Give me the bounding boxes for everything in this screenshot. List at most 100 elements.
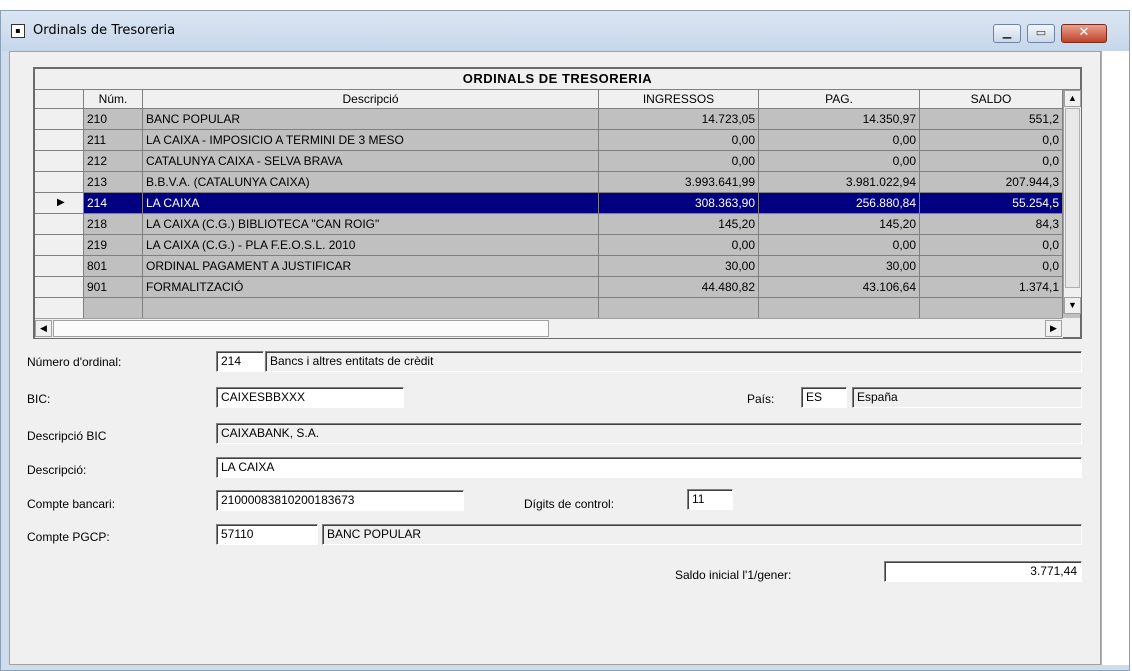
cell-num[interactable]: 218 <box>84 214 143 235</box>
cell-num[interactable]: 901 <box>84 277 143 298</box>
descripcio-label: Descripció: <box>27 463 87 477</box>
cell-ingressos[interactable]: 30,00 <box>599 256 759 277</box>
close-button[interactable]: ✕ <box>1061 24 1107 43</box>
cell-saldo[interactable]: 207.944,3 <box>920 172 1063 193</box>
minimize-button[interactable]: ▁ <box>993 24 1021 43</box>
vertical-scrollbar[interactable]: ▲ ▼ <box>1063 90 1081 314</box>
col-header-saldo[interactable]: SALDO <box>920 90 1063 109</box>
col-header-pag[interactable]: PAG. <box>759 90 920 109</box>
table-row[interactable]: 210 BANC POPULAR 14.723,05 14.350,97 551,2 <box>35 109 1063 130</box>
grid-header-indicator <box>35 90 84 109</box>
cell-pag[interactable]: 43.106,64 <box>759 277 920 298</box>
bic-field[interactable]: CAIXESBBXXX <box>216 387 404 408</box>
cell-pag[interactable]: 3.981.022,94 <box>759 172 920 193</box>
table-row[interactable]: 219 LA CAIXA (C.G.) - PLA F.E.O.S.L. 2010… <box>35 235 1063 256</box>
compte-bancari-label: Compte bancari: <box>27 497 116 511</box>
cell-pag[interactable]: 0,00 <box>759 130 920 151</box>
cell-num[interactable]: 213 <box>84 172 143 193</box>
horizontal-scroll-thumb[interactable] <box>53 320 549 337</box>
table-row[interactable]: 212 CATALUNYA CAIXA - SELVA BRAVA 0,00 0,00… <box>35 151 1063 172</box>
cell-descripcio[interactable]: FORMALITZACIÓ <box>143 277 599 298</box>
row-indicator <box>35 277 84 298</box>
row-indicator <box>35 109 84 130</box>
digits-control-field[interactable]: 11 <box>687 489 733 510</box>
cell-ingressos[interactable]: 44.480,82 <box>599 277 759 298</box>
cell-num[interactable]: 214 <box>84 193 143 214</box>
scroll-down-icon[interactable]: ▼ <box>1064 297 1081 314</box>
saldo-inicial-field[interactable]: 3.771,44 <box>884 561 1082 582</box>
cell-saldo[interactable]: 0,0 <box>920 256 1063 277</box>
cell-ingressos[interactable]: 308.363,90 <box>599 193 759 214</box>
scroll-left-icon[interactable]: ◀ <box>35 320 52 337</box>
cell-pag[interactable]: 14.350,97 <box>759 109 920 130</box>
cell-ingressos[interactable]: 145,20 <box>599 214 759 235</box>
numero-ordinal-field[interactable]: 214 <box>216 351 264 372</box>
cell-num[interactable]: 211 <box>84 130 143 151</box>
digits-control-label: Dígits de control: <box>524 497 615 511</box>
cell-ingressos[interactable]: 14.723,05 <box>599 109 759 130</box>
cell-descripcio[interactable]: ORDINAL PAGAMENT A JUSTIFICAR <box>143 256 599 277</box>
pais-code-field[interactable]: ES <box>801 387 847 408</box>
cell-num[interactable]: 210 <box>84 109 143 130</box>
title-bar: ▪ Ordinals de Tresoreria ▁ ▭ ✕ <box>1 11 1129 51</box>
compte-pgcp-field[interactable]: 57110 <box>216 524 318 545</box>
cell-saldo[interactable]: 0,0 <box>920 235 1063 256</box>
table-row[interactable]: 901 FORMALITZACIÓ 44.480,82 43.106,64 1.374,… <box>35 277 1063 298</box>
cell-saldo[interactable]: 55.254,5 <box>920 193 1063 214</box>
numero-ordinal-label: Número d'ordinal: <box>27 355 122 369</box>
table-row[interactable]: 211 LA CAIXA - IMPOSICIO A TERMINI DE 3 M… <box>35 130 1063 151</box>
cell-descripcio[interactable]: LA CAIXA - IMPOSICIO A TERMINI DE 3 MESO <box>143 130 599 151</box>
cell-num[interactable] <box>84 298 143 319</box>
cell-num[interactable]: 212 <box>84 151 143 172</box>
cell-num[interactable]: 801 <box>84 256 143 277</box>
cell-descripcio[interactable]: LA CAIXA (C.G.) BIBLIOTECA "CAN ROIG" <box>143 214 599 235</box>
cell-descripcio[interactable]: LA CAIXA <box>143 193 599 214</box>
cell-saldo[interactable]: 1.374,1 <box>920 277 1063 298</box>
cell-saldo[interactable]: 0,0 <box>920 151 1063 172</box>
cell-pag[interactable]: 0,00 <box>759 151 920 172</box>
col-header-num[interactable]: Núm. <box>84 90 143 109</box>
cell-saldo[interactable] <box>920 298 1063 319</box>
cell-saldo[interactable]: 0,0 <box>920 130 1063 151</box>
cell-saldo[interactable]: 551,2 <box>920 109 1063 130</box>
table-row[interactable]: 218 LA CAIXA (C.G.) BIBLIOTECA "CAN ROIG"… <box>35 214 1063 235</box>
cell-ingressos[interactable]: 0,00 <box>599 151 759 172</box>
cell-pag[interactable]: 30,00 <box>759 256 920 277</box>
cell-ingressos[interactable]: 0,00 <box>599 130 759 151</box>
cell-descripcio[interactable]: CATALUNYA CAIXA - SELVA BRAVA <box>143 151 599 172</box>
cell-descripcio[interactable]: B.B.V.A. (CATALUNYA CAIXA) <box>143 172 599 193</box>
vertical-scroll-thumb[interactable] <box>1065 108 1080 288</box>
app-icon: ▪ <box>11 24 25 38</box>
cell-descripcio[interactable]: LA CAIXA (C.G.) - PLA F.E.O.S.L. 2010 <box>143 235 599 256</box>
cell-saldo[interactable]: 84,3 <box>920 214 1063 235</box>
maximize-button[interactable]: ▭ <box>1027 24 1055 43</box>
scroll-up-icon[interactable]: ▲ <box>1064 90 1081 107</box>
cell-pag[interactable]: 0,00 <box>759 235 920 256</box>
table-row-selected[interactable]: ▶ 214 LA CAIXA 308.363,90 256.880,84 55.254,5 <box>35 193 1063 214</box>
saldo-inicial-label: Saldo inicial l'1/gener: <box>675 568 792 582</box>
table-row[interactable]: 213 B.B.V.A. (CATALUNYA CAIXA) 3.993.641,9… <box>35 172 1063 193</box>
row-indicator <box>35 172 84 193</box>
cell-pag[interactable]: 145,20 <box>759 214 920 235</box>
cell-ingressos[interactable]: 3.993.641,99 <box>599 172 759 193</box>
col-header-descripcio[interactable]: Descripció <box>143 90 599 109</box>
col-header-ingressos[interactable]: INGRESSOS <box>599 90 759 109</box>
window-title: Ordinals de Tresoreria <box>33 23 176 38</box>
cell-num[interactable]: 219 <box>84 235 143 256</box>
compte-bancari-field[interactable]: 21000083810200183673 <box>216 490 464 511</box>
cell-ingressos[interactable]: 0,00 <box>599 235 759 256</box>
compte-pgcp-label: Compte PGCP: <box>27 530 110 544</box>
cell-ingressos[interactable] <box>599 298 759 319</box>
scroll-corner <box>1063 318 1080 337</box>
horizontal-scrollbar[interactable]: ◀ ▶ <box>35 318 1063 338</box>
cell-descripcio[interactable]: BANC POPULAR <box>143 109 599 130</box>
table-row[interactable] <box>35 298 1063 319</box>
cell-pag[interactable] <box>759 298 920 319</box>
scroll-right-icon[interactable]: ▶ <box>1045 320 1062 337</box>
descripcio-bic-label: Descripció BIC <box>27 429 107 443</box>
cell-descripcio[interactable] <box>143 298 599 319</box>
descripcio-field[interactable]: LA CAIXA <box>216 457 1082 478</box>
right-strip <box>1101 51 1129 665</box>
cell-pag[interactable]: 256.880,84 <box>759 193 920 214</box>
table-row[interactable]: 801 ORDINAL PAGAMENT A JUSTIFICAR 30,00 30,… <box>35 256 1063 277</box>
